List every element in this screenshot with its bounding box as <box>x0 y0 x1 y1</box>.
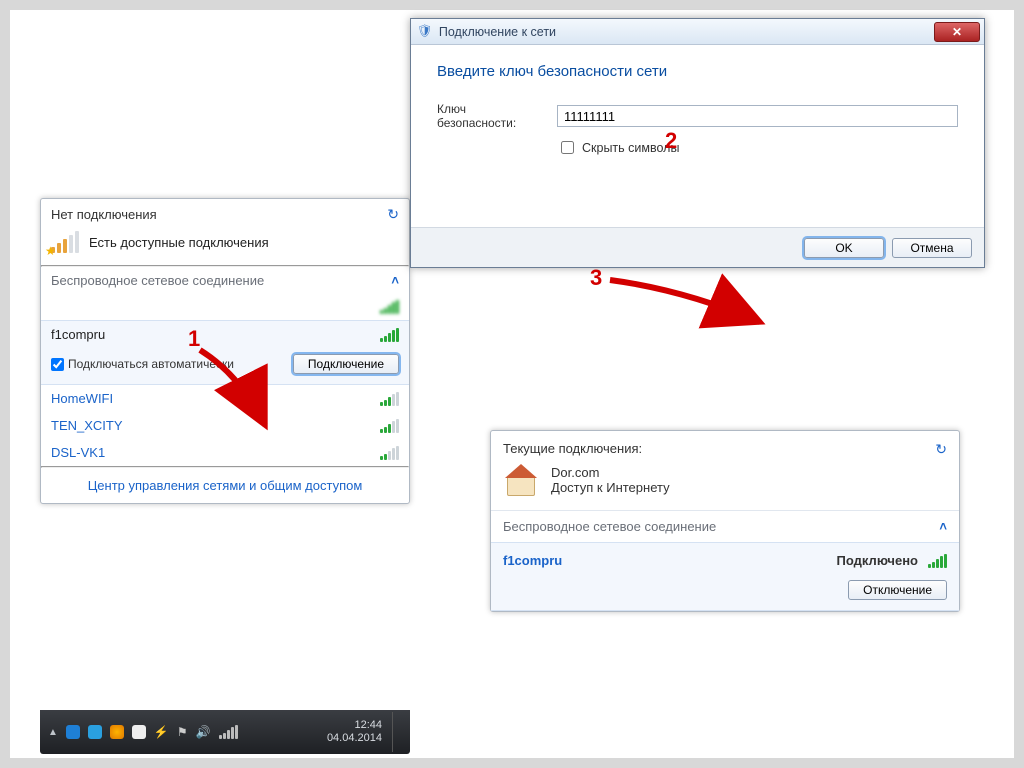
security-key-input[interactable] <box>557 105 958 127</box>
network-tray-icon[interactable] <box>219 725 238 739</box>
tray-icon[interactable] <box>132 725 146 739</box>
signal-icon <box>380 300 399 314</box>
show-desktop-button[interactable] <box>392 712 402 752</box>
hide-chars-checkbox[interactable]: Скрыть символы <box>557 138 958 157</box>
home-network-icon <box>503 464 539 496</box>
auto-connect-input[interactable] <box>51 358 64 371</box>
network-name: HomeWIFI <box>51 391 113 406</box>
current-connections-label: Текущие подключения: <box>503 441 642 456</box>
connect-button[interactable]: Подключение <box>293 354 399 374</box>
network-center-link[interactable]: Центр управления сетями и общим доступом <box>88 478 363 493</box>
network-name: DSL-VK1 <box>51 445 105 460</box>
flag-icon[interactable]: ⚑ <box>177 725 188 739</box>
refresh-icon[interactable]: ↻ <box>935 441 947 458</box>
tray-icon[interactable] <box>66 725 80 739</box>
chevron-up-icon[interactable]: ˄ <box>939 519 947 534</box>
flyout-title: Нет подключения <box>51 207 157 222</box>
taskbar: ▲ ⚡ ⚑ 🔊 12:44 04.04.2014 <box>40 710 410 754</box>
plug-icon[interactable]: ⚡ <box>154 725 169 739</box>
signal-icon <box>380 328 399 342</box>
signal-icon <box>928 554 947 568</box>
volume-icon[interactable]: 🔊 <box>196 725 211 739</box>
clock-time: 12:44 <box>327 719 382 732</box>
annotation-step-3: 3 <box>590 265 602 291</box>
chevron-up-icon[interactable]: ˄ <box>391 273 399 288</box>
shield-icon: 🛡 <box>417 24 433 39</box>
signal-icon <box>380 419 399 433</box>
tray-expand-icon[interactable]: ▲ <box>48 727 58 738</box>
wireless-section-label: Беспроводное сетевое соединение <box>51 273 264 288</box>
current-connections-flyout: Текущие подключения: ↻ Dor.com Доступ к … <box>490 430 960 612</box>
refresh-icon[interactable]: ↻ <box>387 206 399 223</box>
dialog-heading: Введите ключ безопасности сети <box>437 63 958 80</box>
connection-status: Доступ к Интернету <box>551 480 670 495</box>
availability-text: Есть доступные подключения <box>89 235 269 250</box>
system-tray: ▲ ⚡ ⚑ 🔊 <box>48 725 238 739</box>
taskbar-clock[interactable]: 12:44 04.04.2014 <box>327 719 386 744</box>
network-name: f1compru <box>503 553 562 568</box>
signal-availability-icon <box>51 231 79 253</box>
network-item[interactable]: DSL-VK1 <box>41 439 409 466</box>
close-button[interactable]: ✕ <box>934 22 980 42</box>
security-key-label: Ключ безопасности: <box>437 102 547 130</box>
connection-name: Dor.com <box>551 465 670 480</box>
ok-button[interactable]: OK <box>804 238 884 258</box>
signal-icon <box>380 392 399 406</box>
dialog-title: Подключение к сети <box>439 25 556 39</box>
wireless-section-label: Беспроводное сетевое соединение <box>503 519 716 534</box>
network-name: f1compru <box>51 327 105 342</box>
disconnect-button[interactable]: Отключение <box>848 580 947 600</box>
annotation-step-2: 2 <box>665 128 677 154</box>
network-name: TEN_XCITY <box>51 418 123 433</box>
dialog-titlebar: 🛡 Подключение к сети ✕ <box>411 19 984 45</box>
hide-chars-input[interactable] <box>561 141 574 154</box>
network-item[interactable] <box>41 294 409 320</box>
connect-dialog: 🛡 Подключение к сети ✕ Введите ключ безо… <box>410 18 985 268</box>
connected-network[interactable]: f1compru Подключено Отключение <box>491 542 959 611</box>
annotation-step-1: 1 <box>188 326 200 352</box>
tray-icon[interactable] <box>88 725 102 739</box>
clock-date: 04.04.2014 <box>327 732 382 745</box>
cancel-button[interactable]: Отмена <box>892 238 972 258</box>
network-state: Подключено <box>837 553 918 568</box>
annotation-arrow-3 <box>605 270 775 340</box>
signal-icon <box>380 446 399 460</box>
tray-icon[interactable] <box>110 725 124 739</box>
annotation-arrow-1 <box>170 345 290 440</box>
